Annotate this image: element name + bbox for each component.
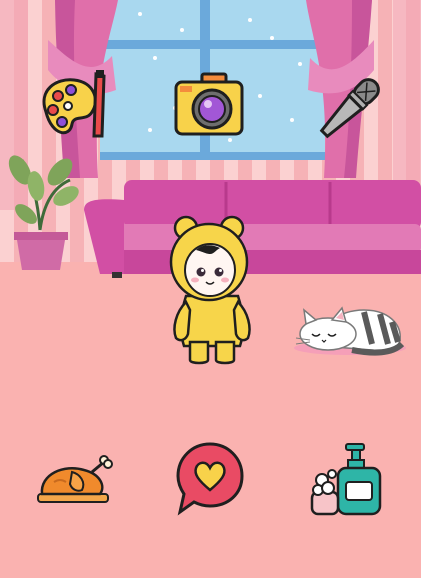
- cat-icon: [294, 306, 406, 356]
- game-scene: [0, 0, 421, 578]
- wash-button[interactable]: [308, 440, 384, 518]
- heart-speech-bubble-icon: [176, 442, 244, 516]
- baby-character[interactable]: [166, 214, 258, 366]
- photo-button[interactable]: [174, 72, 246, 138]
- paint-palette-icon: [42, 70, 106, 138]
- roast-chicken-icon: [37, 455, 113, 503]
- baby-bear-costume: [169, 215, 251, 365]
- microphone-icon: [319, 78, 380, 139]
- feed-button[interactable]: [34, 452, 114, 506]
- soap-dispenser-icon: [310, 443, 382, 516]
- sing-button[interactable]: [310, 70, 390, 146]
- paint-button[interactable]: [38, 66, 110, 146]
- sleeping-cat[interactable]: [292, 300, 408, 356]
- love-button[interactable]: [174, 440, 246, 516]
- camera-icon: [174, 72, 244, 136]
